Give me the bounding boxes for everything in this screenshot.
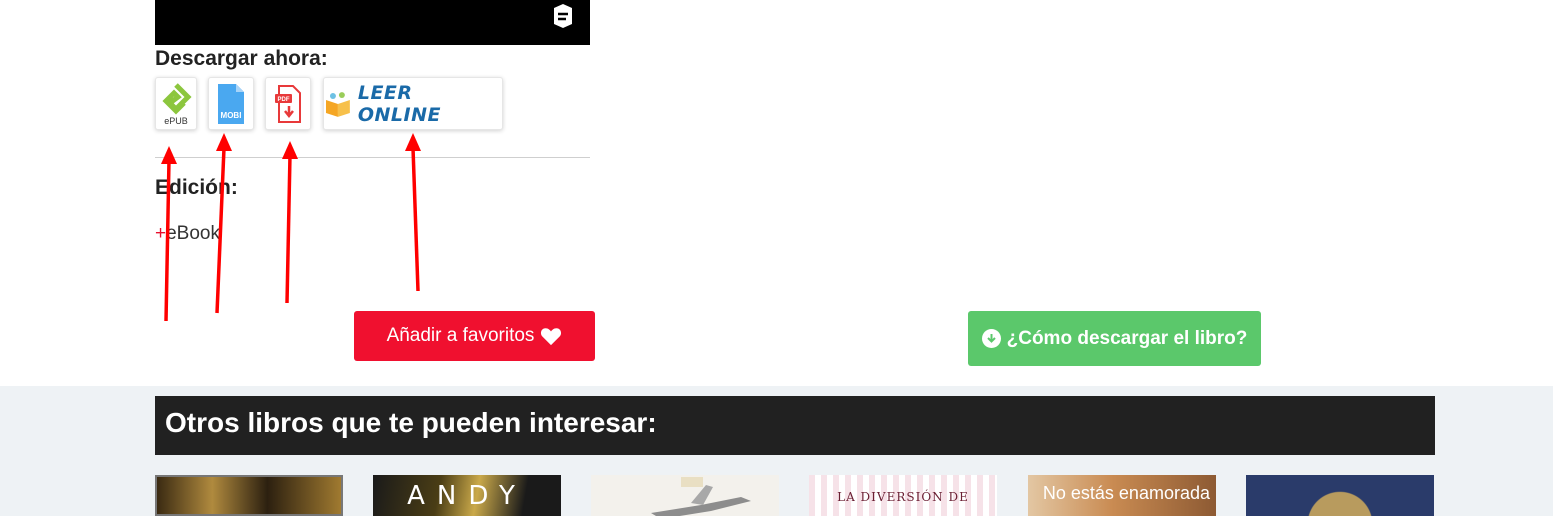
related-book-cover[interactable] [155,475,343,516]
arrow-head [216,133,232,151]
how-to-download-button[interactable]: ¿Cómo descargar el libro? [968,311,1261,366]
read-online-label: LEER ONLINE [357,81,441,126]
related-book-cover[interactable] [591,475,779,516]
how-to-download-label: ¿Cómo descargar el libro? [1006,327,1248,349]
arrow-head [405,133,421,151]
airplane-illustration [651,477,751,516]
section-divider [155,157,590,158]
epub-label: ePUB [164,116,188,126]
heart-icon [541,328,562,346]
arrow-head [161,146,177,164]
related-book-cover[interactable]: ANDY [373,475,561,516]
book-cover-title: LA DIVERSIÓN DE [837,490,969,504]
book-cover-title: No estás enamorada [1042,483,1210,503]
pdf-icon: PDF [275,84,301,123]
plus-icon: + [155,223,167,244]
download-circle-icon [981,329,1001,348]
annotation-arrow [411,147,420,292]
edition-item-label: eBook [166,223,220,244]
book-cover-title: ANDY [407,481,527,511]
bookstore-badge-icon [552,2,574,30]
pdf-label: PDF [278,97,290,103]
download-heading: Descargar ahora: [155,47,328,70]
download-epub-button[interactable]: ePUB [155,77,197,130]
open-book-icon [325,91,350,117]
add-favorites-button[interactable]: Añadir a favoritos [354,311,595,361]
edition-item: +eBook [155,223,220,245]
read-online-button[interactable]: LEER ONLINE [323,77,503,130]
mobi-icon: MOBI [218,83,244,124]
download-pdf-button[interactable]: PDF [265,77,311,130]
annotation-arrow [285,154,292,304]
book-cover [155,0,590,45]
download-mobi-button[interactable]: MOBI [208,77,254,130]
related-book-cover[interactable] [1246,475,1434,516]
mobi-label: MOBI [221,111,242,120]
related-heading: Otros libros que te pueden interesar: [165,407,657,438]
epub-icon: ePUB [162,82,192,126]
related-book-cover[interactable]: LA DIVERSIÓN DE [809,475,997,516]
related-book-cover[interactable]: No estás enamorada [1028,475,1216,516]
add-favorites-label: Añadir a favoritos [386,325,535,346]
edition-heading: Edición: [155,176,238,199]
